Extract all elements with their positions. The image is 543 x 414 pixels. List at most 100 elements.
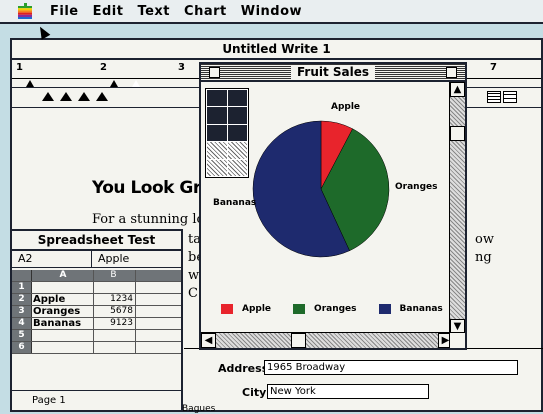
- page-indicator: Page 1: [12, 390, 181, 410]
- legend-label-apple: Apple: [242, 304, 272, 314]
- chart-window: Fruit Sales Apple Oranges Bananas Apple …: [199, 62, 467, 350]
- cell[interactable]: [136, 342, 181, 353]
- alignment-buttons: [42, 92, 108, 101]
- slice-label-apple: Apple: [331, 102, 361, 112]
- menu-window[interactable]: Window: [241, 4, 302, 19]
- stacked-bar-tool-icon[interactable]: [227, 90, 247, 107]
- cell[interactable]: [94, 342, 136, 353]
- menu-file[interactable]: File: [50, 4, 79, 19]
- row-header[interactable]: 2: [12, 294, 32, 305]
- chart-legend: Apple Oranges Bananas: [221, 304, 465, 314]
- row-header[interactable]: 6: [12, 342, 32, 353]
- menu-text[interactable]: Text: [137, 4, 170, 19]
- body-text-line: For a stunning loo: [92, 212, 213, 227]
- spreadsheet-grid: A B 1 2 Apple 1234 3 Oranges 5678 4 Bana…: [12, 270, 181, 354]
- body-text-line: C: [188, 286, 198, 301]
- cell[interactable]: Apple: [32, 294, 94, 305]
- scroll-up-arrow-icon[interactable]: ▲: [450, 82, 465, 97]
- table-row: 6: [12, 342, 181, 354]
- apple-menu-icon[interactable]: [18, 3, 32, 19]
- column-header[interactable]: B: [94, 270, 136, 281]
- table-row: 2 Apple 1234: [12, 294, 181, 306]
- cell[interactable]: [136, 282, 181, 293]
- legend-swatch-oranges: [293, 304, 306, 314]
- spreadsheet-title[interactable]: Spreadsheet Test: [12, 231, 181, 251]
- slice-label-oranges: Oranges: [395, 182, 438, 192]
- tab-marker-icon[interactable]: [132, 80, 140, 87]
- row-header[interactable]: 1: [12, 282, 32, 293]
- table-row: 3 Oranges 5678: [12, 306, 181, 318]
- menu-edit[interactable]: Edit: [93, 4, 124, 19]
- close-box-icon[interactable]: [209, 67, 220, 78]
- tab-right-icon[interactable]: [78, 92, 90, 101]
- column-header-row: A B: [12, 270, 181, 282]
- table-row: 5: [12, 330, 181, 342]
- hilo-chart-tool-icon[interactable]: [227, 142, 247, 159]
- tab-marker-icon[interactable]: [110, 80, 118, 87]
- cell[interactable]: 9123: [94, 318, 136, 329]
- column-header[interactable]: A: [32, 270, 94, 281]
- vertical-scrollbar[interactable]: ▲ ▼: [449, 82, 465, 334]
- legend-swatch-bananas: [378, 304, 391, 314]
- slice-label-bananas: Bananas: [213, 198, 257, 208]
- line-chart-tool-icon[interactable]: [207, 107, 227, 124]
- tab-decimal-icon[interactable]: [96, 92, 108, 101]
- address-field[interactable]: 1965 Broadway: [264, 360, 518, 375]
- cell[interactable]: [136, 306, 181, 317]
- spacing-buttons: [487, 91, 517, 103]
- cell[interactable]: [94, 282, 136, 293]
- row-header[interactable]: 4: [12, 318, 32, 329]
- horizontal-scrollbar[interactable]: ◀ ▶: [201, 332, 453, 348]
- scroll-left-arrow-icon[interactable]: ◀: [201, 333, 216, 348]
- cell[interactable]: [32, 330, 94, 341]
- cell[interactable]: [94, 330, 136, 341]
- tab-left-icon[interactable]: [42, 92, 54, 101]
- ruler-number: 3: [178, 62, 185, 73]
- cell[interactable]: [136, 330, 181, 341]
- body-text-line: ow: [475, 232, 494, 247]
- cell[interactable]: 1234: [94, 294, 136, 305]
- bar-chart-tool-icon[interactable]: [207, 90, 227, 107]
- resize-box-icon[interactable]: [449, 332, 465, 348]
- spacing-double-icon[interactable]: [503, 91, 517, 103]
- row-header[interactable]: 5: [12, 330, 32, 341]
- cell[interactable]: [32, 282, 94, 293]
- cell[interactable]: Oranges: [32, 306, 94, 317]
- cell[interactable]: 5678: [94, 306, 136, 317]
- legend-label-bananas: Bananas: [399, 304, 443, 314]
- corner-cell[interactable]: [12, 270, 32, 281]
- partial-field-label: Bagues: [182, 404, 216, 414]
- column-header[interactable]: [136, 270, 181, 281]
- area-chart-tool-icon[interactable]: [227, 124, 247, 142]
- spacing-single-icon[interactable]: [487, 91, 501, 103]
- chart-window-titlebar[interactable]: Fruit Sales: [201, 64, 465, 82]
- cell[interactable]: Bananas: [32, 318, 94, 329]
- vertical-scroll-thumb[interactable]: [450, 126, 465, 141]
- document-heading: You Look Gr: [92, 178, 201, 198]
- city-label: City: [242, 386, 267, 399]
- row-header[interactable]: 3: [12, 306, 32, 317]
- zoom-box-icon[interactable]: [446, 67, 457, 78]
- city-field[interactable]: New York: [267, 384, 429, 399]
- cell-reference: A2: [12, 251, 92, 267]
- cell-entry-bar: A2 Apple: [12, 251, 181, 268]
- horizontal-scroll-thumb[interactable]: [291, 333, 306, 348]
- cell[interactable]: [32, 342, 94, 353]
- left-margin-marker-icon[interactable]: [26, 80, 34, 87]
- cell-entry-field[interactable]: Apple: [92, 251, 129, 267]
- cell[interactable]: [136, 318, 181, 329]
- tab-center-icon[interactable]: [60, 92, 72, 101]
- pie-chart-tool-icon[interactable]: [207, 124, 227, 142]
- cell[interactable]: [136, 294, 181, 305]
- write-window-title[interactable]: Untitled Write 1: [12, 40, 541, 60]
- pattern-tool-icon[interactable]: [227, 159, 247, 176]
- body-text-line: w: [188, 268, 200, 283]
- scatter-chart-tool-icon[interactable]: [207, 142, 227, 159]
- spreadsheet-window: Spreadsheet Test A2 Apple A B 1 2 Apple …: [10, 229, 183, 412]
- ruler-number: 7: [490, 62, 497, 73]
- address-label: Address: [218, 362, 269, 375]
- pattern-tool-icon[interactable]: [207, 159, 227, 176]
- legend-label-oranges: Oranges: [314, 304, 357, 314]
- hbar-chart-tool-icon[interactable]: [227, 107, 247, 124]
- menu-chart[interactable]: Chart: [184, 4, 227, 19]
